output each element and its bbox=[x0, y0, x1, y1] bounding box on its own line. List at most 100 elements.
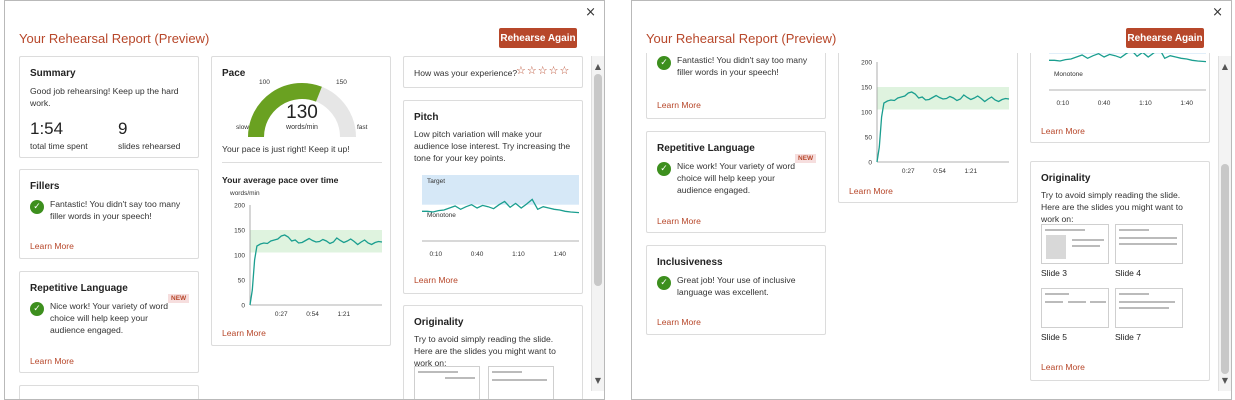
report-scroll-viewport: ✓ Fantastic! You didn't say too many fil… bbox=[632, 53, 1220, 399]
new-badge: NEW bbox=[168, 294, 190, 303]
slides-rehearsed-label: slides rehearsed bbox=[118, 141, 181, 151]
y-tick-label: 200 bbox=[861, 60, 872, 67]
repetitive-learn-more-link[interactable]: Learn More bbox=[657, 216, 701, 226]
inclusiveness-card-partial bbox=[19, 385, 199, 399]
close-icon[interactable]: × bbox=[585, 5, 596, 20]
slide-3-label: Slide 3 bbox=[1041, 268, 1067, 278]
check-icon: ✓ bbox=[30, 302, 44, 316]
y-tick-label: 50 bbox=[238, 278, 246, 285]
inclusiveness-learn-more-link[interactable]: Learn More bbox=[657, 317, 701, 327]
star-rating-icons[interactable]: ☆☆☆☆☆ bbox=[516, 64, 570, 77]
pace-over-time-chart: 0 50 100 150 200 0:27 0:54 1:21 bbox=[861, 60, 1010, 175]
pitch-text: Low pitch variation will make your audie… bbox=[414, 129, 571, 163]
x-tick-label: 0:40 bbox=[471, 251, 484, 258]
slide-4-thumbnail[interactable] bbox=[1115, 224, 1183, 264]
y-tick-label: 150 bbox=[861, 85, 872, 92]
originality-card: Originality Try to avoid simply reading … bbox=[1030, 161, 1210, 381]
check-icon: ✓ bbox=[657, 56, 671, 70]
repetitive-language-card: Repetitive Language NEW ✓ Nice work! You… bbox=[646, 131, 826, 233]
time-spent-label: total time spent bbox=[30, 141, 88, 151]
pitch-target-label: Target bbox=[427, 178, 446, 185]
experience-question: How was your experience? bbox=[414, 68, 518, 78]
pitch-series-line bbox=[1049, 53, 1206, 63]
x-tick-label: 1:21 bbox=[337, 311, 350, 318]
rehearse-again-button[interactable]: Rehearse Again bbox=[1126, 28, 1204, 48]
scrollbar-thumb[interactable] bbox=[594, 74, 602, 286]
inclusiveness-card: Inclusiveness ✓ Great job! Your use of i… bbox=[646, 245, 826, 335]
repetitive-title: Repetitive Language bbox=[657, 143, 755, 154]
x-tick-label: 0:54 bbox=[306, 311, 319, 318]
new-badge: NEW bbox=[795, 154, 817, 163]
inclusiveness-title: Inclusiveness bbox=[657, 257, 723, 268]
y-tick-label: 50 bbox=[865, 135, 873, 142]
pace-learn-more-link[interactable]: Learn More bbox=[849, 186, 893, 196]
y-tick-label: 100 bbox=[234, 253, 245, 260]
x-tick-label: 1:10 bbox=[512, 251, 525, 258]
y-tick-label: 200 bbox=[234, 203, 245, 210]
inclusiveness-text: Great job! Your use of inclusive languag… bbox=[677, 275, 796, 297]
scrollbar-thumb[interactable] bbox=[1221, 164, 1229, 374]
pace-chart-title: Your average pace over time bbox=[222, 175, 339, 185]
x-tick-label: 0:10 bbox=[1056, 100, 1069, 107]
pitch-learn-more-link[interactable]: Learn More bbox=[1041, 126, 1085, 136]
x-tick-label: 0:10 bbox=[429, 251, 442, 258]
check-icon: ✓ bbox=[30, 200, 44, 214]
fillers-learn-more-link[interactable]: Learn More bbox=[657, 100, 701, 110]
x-tick-label: 0:40 bbox=[1098, 100, 1111, 107]
fillers-text: Fantastic! You didn't say too many fille… bbox=[677, 55, 808, 77]
pitch-monotone-label: Monotone bbox=[1054, 71, 1083, 78]
originality-card: Originality Try to avoid simply reading … bbox=[403, 305, 583, 399]
pitch-learn-more-link[interactable]: Learn More bbox=[414, 275, 458, 285]
repetitive-text: Nice work! Your variety of word choice w… bbox=[677, 161, 795, 195]
slide-5-label: Slide 5 bbox=[1041, 332, 1067, 342]
fillers-card: Fillers ✓ Fantastic! You didn't say too … bbox=[19, 169, 199, 259]
pace-value: 130 bbox=[286, 102, 318, 123]
gauge-low-tick: 100 bbox=[259, 79, 270, 86]
scroll-up-icon[interactable]: ▲ bbox=[1219, 62, 1231, 71]
pitch-card: Pitch Low pitch variation will make your… bbox=[403, 100, 583, 294]
repetitive-language-card: Repetitive Language NEW ✓ Nice work! You… bbox=[19, 271, 199, 373]
fillers-card: ✓ Fantastic! You didn't say too many fil… bbox=[646, 53, 826, 119]
y-tick-label: 0 bbox=[868, 160, 872, 167]
pace-learn-more-link[interactable]: Learn More bbox=[222, 328, 266, 338]
check-icon: ✓ bbox=[657, 162, 671, 176]
scroll-down-icon[interactable]: ▼ bbox=[592, 376, 604, 385]
pace-chart-ylabel: words/min bbox=[230, 190, 260, 197]
x-tick-label: 1:40 bbox=[553, 251, 566, 258]
scroll-up-icon[interactable]: ▲ bbox=[592, 62, 604, 71]
close-icon[interactable]: × bbox=[1212, 5, 1223, 20]
rehearse-again-button[interactable]: Rehearse Again bbox=[499, 28, 577, 48]
y-tick-label: 100 bbox=[861, 110, 872, 117]
fillers-title: Fillers bbox=[30, 181, 60, 192]
fillers-learn-more-link[interactable]: Learn More bbox=[30, 241, 74, 251]
repetitive-title: Repetitive Language bbox=[30, 283, 128, 294]
originality-text: Try to avoid simply reading the slide. H… bbox=[414, 334, 556, 368]
slide-7-thumbnail[interactable] bbox=[1115, 288, 1183, 328]
slides-rehearsed-value: 9 bbox=[118, 119, 128, 138]
x-tick-label: 0:27 bbox=[902, 168, 915, 175]
report-title: Your Rehearsal Report (Preview) bbox=[646, 31, 837, 46]
pitch-chart: 0:10 0:40 1:10 1:40 bbox=[422, 175, 579, 258]
slide-thumbnail[interactable] bbox=[488, 366, 554, 399]
divider bbox=[222, 162, 382, 163]
pitch-card: 0:10 0:40 1:10 1:40 Monotone Learn More bbox=[1030, 53, 1210, 143]
repetitive-text: Nice work! Your variety of word choice w… bbox=[50, 301, 168, 335]
repetitive-learn-more-link[interactable]: Learn More bbox=[30, 356, 74, 366]
originality-learn-more-link[interactable]: Learn More bbox=[1041, 362, 1085, 372]
scrollbar[interactable]: ▲ ▼ bbox=[591, 56, 604, 391]
report-title: Your Rehearsal Report (Preview) bbox=[19, 31, 210, 46]
scroll-down-icon[interactable]: ▼ bbox=[1219, 376, 1231, 385]
summary-text: Good job rehearsing! Keep up the hard wo… bbox=[30, 86, 179, 108]
pace-over-time-chart: 0 50 100 150 200 0:27 0:54 1:21 bbox=[234, 203, 383, 318]
slide-thumbnail[interactable] bbox=[414, 366, 480, 399]
slide-3-thumbnail[interactable] bbox=[1041, 224, 1109, 264]
slide-5-thumbnail[interactable] bbox=[1041, 288, 1109, 328]
x-tick-label: 0:27 bbox=[275, 311, 288, 318]
slide-4-label: Slide 4 bbox=[1115, 268, 1141, 278]
originality-title: Originality bbox=[1041, 173, 1091, 184]
scrollbar[interactable]: ▲ ▼ bbox=[1218, 56, 1231, 391]
check-icon: ✓ bbox=[657, 276, 671, 290]
pace-unit: words/min bbox=[286, 124, 318, 131]
y-tick-label: 0 bbox=[241, 303, 245, 310]
pitch-title: Pitch bbox=[414, 112, 439, 123]
